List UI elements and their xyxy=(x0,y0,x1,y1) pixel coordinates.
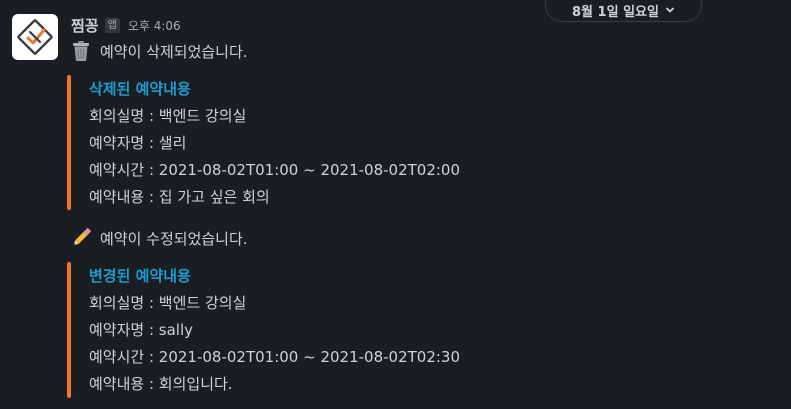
updated-notice: 예약이 수정되었습니다. xyxy=(71,227,248,249)
updated-time: 예약시간 : 2021-08-02T01:00 ~ 2021-08-02T02:… xyxy=(89,348,461,366)
message-header: 찜꽁 앱 오후 4:06 xyxy=(71,14,181,36)
chevron-down-icon xyxy=(666,7,674,13)
attachment-accent-bar xyxy=(67,262,71,398)
wastebasket-icon xyxy=(73,41,89,61)
deleted-room: 회의실명 : 백엔드 강의실 xyxy=(89,107,247,125)
timestamp[interactable]: 오후 4:06 xyxy=(128,17,181,34)
updated-title[interactable]: 변경된 예약내용 xyxy=(89,265,191,286)
app-badge: 앱 xyxy=(104,17,120,33)
sender-name[interactable]: 찜꽁 xyxy=(71,15,99,36)
date-divider-label: 8월 1일 일요일 xyxy=(572,4,659,20)
deleted-title[interactable]: 삭제된 예약내용 xyxy=(89,78,191,99)
deleted-attachment: 삭제된 예약내용 회의실명 : 백엔드 강의실 예약자명 : 샐리 예약시간 :… xyxy=(67,75,667,210)
avatar[interactable] xyxy=(12,14,58,60)
updated-attachment: 변경된 예약내용 회의실명 : 백엔드 강의실 예약자명 : sally 예약시… xyxy=(67,262,667,398)
deleted-time: 예약시간 : 2021-08-02T01:00 ~ 2021-08-02T02:… xyxy=(89,161,461,179)
deleted-notice: 예약이 삭제되었습니다. xyxy=(71,40,248,62)
deleted-notice-text: 예약이 삭제되었습니다. xyxy=(100,42,248,61)
pencil-icon xyxy=(73,227,91,246)
updated-reserver: 예약자명 : sally xyxy=(89,321,194,339)
deleted-reserver: 예약자명 : 샐리 xyxy=(89,134,187,152)
updated-room: 회의실명 : 백엔드 강의실 xyxy=(89,294,247,312)
deleted-content: 예약내용 : 집 가고 싶은 회의 xyxy=(89,188,270,206)
updated-notice-text: 예약이 수정되었습니다. xyxy=(100,229,248,248)
calendar-check-icon xyxy=(17,19,53,55)
date-divider-button[interactable]: 8월 1일 일요일 xyxy=(545,0,702,22)
attachment-accent-bar xyxy=(67,75,71,210)
message-pane: 8월 1일 일요일 찜꽁 앱 오후 4:06 예약이 삭제되었습니다. 삭제된 … xyxy=(0,0,791,409)
updated-content: 예약내용 : 회의입니다. xyxy=(89,375,233,393)
